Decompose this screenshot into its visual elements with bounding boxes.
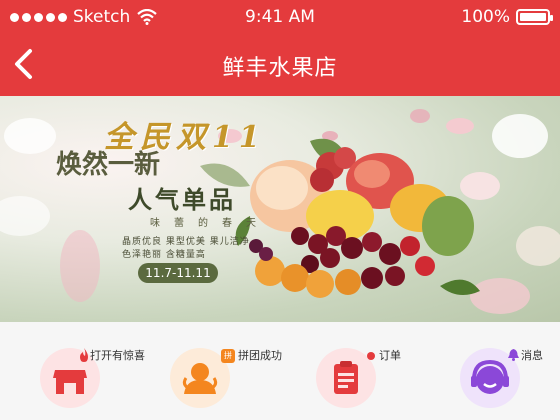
- menu-item-messages[interactable]: 消息: [420, 322, 560, 420]
- menu-item-surprise[interactable]: 打开有惊喜: [0, 322, 145, 420]
- status-right: 100%: [461, 7, 553, 27]
- banner-line2: 焕然一新: [56, 150, 161, 180]
- page-title: 鲜丰水果店: [222, 56, 338, 81]
- banner-line3: 人气单品: [128, 185, 236, 214]
- status-bar: Sketch 9:41 AM 100%: [0, 0, 560, 34]
- battery-icon: [516, 9, 553, 25]
- menu-label: 拼团成功: [238, 349, 282, 362]
- menu-item-orders[interactable]: 订单: [280, 322, 420, 420]
- flame-icon: [80, 348, 88, 362]
- dot-badge-icon: [367, 352, 375, 360]
- battery-percent: 100%: [461, 7, 510, 27]
- menu-label: 订单: [379, 349, 401, 362]
- banner-features-2: 色泽艳丽 含糖量高: [122, 250, 206, 260]
- banner-subline: 味蕾的春天: [150, 218, 270, 229]
- pin-badge-icon: 拼: [221, 349, 235, 363]
- nav-bar: 鲜丰水果店: [0, 34, 560, 96]
- quick-menu: 打开有惊喜 拼 拼团成功 订单 消息: [0, 322, 560, 420]
- menu-label: 消息: [521, 349, 543, 362]
- bell-icon: [508, 349, 519, 361]
- menu-item-group-buy[interactable]: 拼 拼团成功: [140, 322, 282, 420]
- banner-date-range: 11.7-11.11: [138, 263, 218, 283]
- app-header: Sketch 9:41 AM 100% 鲜丰水果店: [0, 0, 560, 96]
- banner-artwork: [0, 109, 560, 314]
- promo-banner[interactable]: 全民双11 焕然一新 人气单品 味蕾的春天 晶质优良 果型优美 果儿洁净 色泽艳…: [0, 96, 560, 322]
- banner-features-1: 晶质优良 果型优美 果儿洁净: [122, 237, 250, 247]
- menu-label: 打开有惊喜: [90, 349, 145, 362]
